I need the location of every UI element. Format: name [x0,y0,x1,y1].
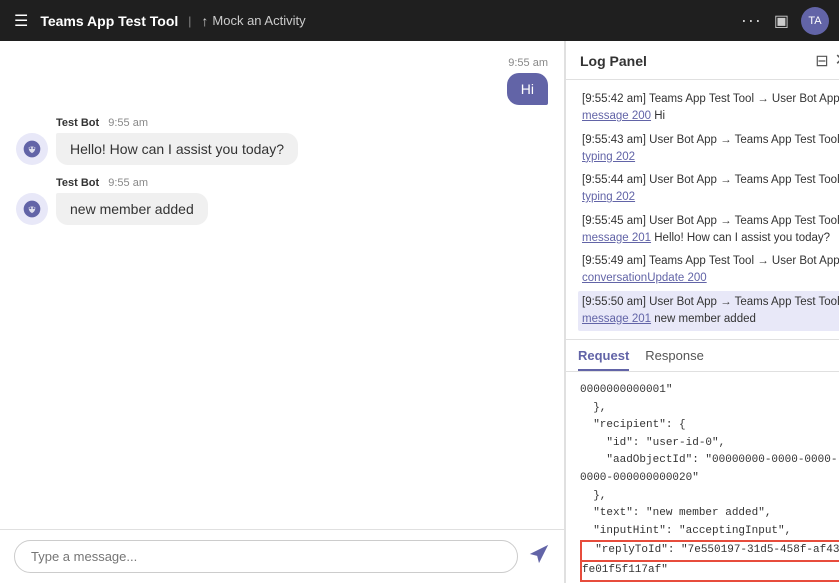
incoming-content-1: Test Bot 9:55 am Hello! How can I assist… [56,117,298,165]
log-suffix-5: new member added [651,313,756,325]
code-line-9-highlighted: "replyToId": "7e550197-31d5-458f-af43- [580,540,839,562]
log-suffix-3: Hello! How can I assist you today? [651,232,830,244]
log-prefix-4: Teams App Test Tool → User Bot App [649,255,839,267]
sender-line-2: Test Bot 9:55 am [56,177,208,189]
bot-avatar-2 [16,193,48,225]
incoming-message-1: Test Bot 9:55 am Hello! How can I assist… [16,117,548,165]
code-line-6: }, [580,488,839,506]
tab-response[interactable]: Response [645,340,704,371]
chat-panel: 9:55 am Hi Test Bot 9:55 am [0,41,565,583]
log-link-2[interactable]: typing 202 [582,191,635,203]
req-res-panel: Request Response 0000000000001" }, "reci… [566,339,839,583]
outgoing-bubble: Hi [507,73,548,105]
code-line-5: 0000-000000000020" [580,470,839,488]
more-options-icon[interactable]: ··· [741,10,762,31]
log-entry-1[interactable]: [9:55:43 am] User Bot App → Teams App Te… [578,129,839,170]
sender-name-2: Test Bot [56,177,99,189]
arrow-up-icon: ↑ [201,13,208,29]
code-line-4: "aadObjectId": "00000000-0000-0000- [580,452,839,470]
main-area: 9:55 am Hi Test Bot 9:55 am [0,41,839,583]
outgoing-time: 9:55 am [508,57,548,69]
log-time-1: [9:55:43 am] [582,134,646,146]
log-time-5: [9:55:50 am] [582,296,646,308]
sender-time-1: 9:55 am [108,117,148,129]
bot-avatar-1 [16,133,48,165]
log-entry-5[interactable]: [9:55:50 am] User Bot App → Teams App Te… [578,291,839,332]
mock-activity-button[interactable]: ↑ Mock an Activity [201,13,305,29]
req-res-content: 0000000000001" }, "recipient": { "id": "… [566,372,839,583]
filter-icon[interactable]: ⊟ [815,51,828,71]
sender-name-1: Test Bot [56,117,99,129]
log-link-0[interactable]: message 200 [582,110,651,122]
send-button[interactable] [528,543,550,571]
divider: | [188,14,191,28]
code-line-0: 0000000000001" [580,382,839,400]
log-time-2: [9:55:44 am] [582,174,646,186]
log-link-5[interactable]: message 201 [582,313,651,325]
chat-input[interactable] [14,540,518,573]
log-link-4[interactable]: conversationUpdate 200 [582,272,707,284]
incoming-content-2: Test Bot 9:55 am new member added [56,177,208,225]
log-prefix-3: User Bot App → Teams App Test Tool [649,215,839,227]
log-entries: [9:55:42 am] Teams App Test Tool → User … [566,80,839,339]
log-panel-title: Log Panel [580,53,809,69]
sender-line-1: Test Bot 9:55 am [56,117,298,129]
close-icon[interactable]: ✕ [835,53,839,69]
hamburger-icon[interactable]: ☰ [10,7,32,35]
log-suffix-0: Hi [651,110,665,122]
code-line-8: "inputHint": "acceptingInput", [580,523,839,541]
avatar[interactable]: TA [801,7,829,35]
log-prefix-5: User Bot App → Teams App Test Tool [649,296,839,308]
code-line-1: }, [580,400,839,418]
log-entry-2[interactable]: [9:55:44 am] User Bot App → Teams App Te… [578,169,839,210]
incoming-message-2: Test Bot 9:55 am new member added [16,177,548,225]
incoming-bubble-2: new member added [56,193,208,225]
app-title: Teams App Test Tool [40,13,178,29]
sender-time-2: 9:55 am [108,177,148,189]
log-entry-3[interactable]: [9:55:45 am] User Bot App → Teams App Te… [578,210,839,251]
log-link-3[interactable]: message 201 [582,232,651,244]
log-entry-0[interactable]: [9:55:42 am] Teams App Test Tool → User … [578,88,839,129]
log-prefix-2: User Bot App → Teams App Test Tool [649,174,839,186]
chat-input-bar [0,529,564,583]
log-time-0: [9:55:42 am] [582,93,646,105]
code-line-2: "recipient": { [580,417,839,435]
tab-request[interactable]: Request [578,340,629,371]
log-panel-header: Log Panel ⊟ ✕ [566,41,839,80]
log-prefix-1: User Bot App → Teams App Test Tool [649,134,839,146]
log-entry-4[interactable]: [9:55:49 am] Teams App Test Tool → User … [578,250,839,291]
log-time-4: [9:55:49 am] [582,255,646,267]
req-res-tabs: Request Response [566,340,839,372]
log-link-1[interactable]: typing 202 [582,151,635,163]
log-prefix-0: Teams App Test Tool → User Bot App [649,93,839,105]
log-time-3: [9:55:45 am] [582,215,646,227]
top-bar: ☰ Teams App Test Tool | ↑ Mock an Activi… [0,0,839,41]
code-line-10-highlighted: fe01f5f117af" [580,562,839,582]
chat-messages: 9:55 am Hi Test Bot 9:55 am [0,41,564,529]
code-line-3: "id": "user-id-0", [580,435,839,453]
code-line-7: "text": "new member added", [580,505,839,523]
panel-toggle-icon[interactable]: ▣ [774,11,789,31]
message-outgoing: 9:55 am Hi [16,57,548,105]
incoming-bubble-1: Hello! How can I assist you today? [56,133,298,165]
log-panel: Log Panel ⊟ ✕ [9:55:42 am] Teams App Tes… [565,41,839,583]
